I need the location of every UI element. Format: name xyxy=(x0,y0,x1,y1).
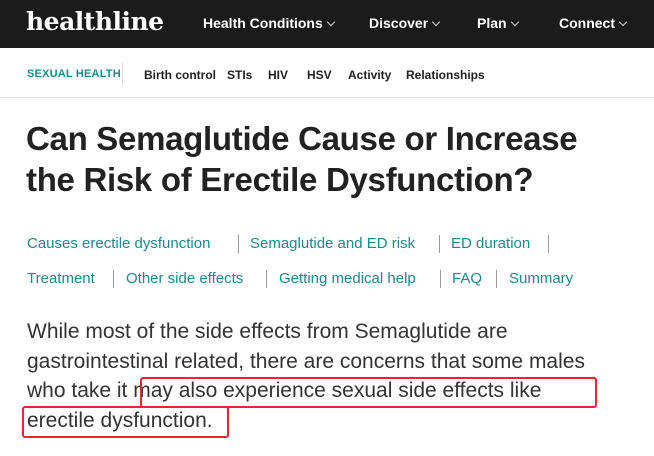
section-label[interactable]: SEXUAL HEALTH xyxy=(27,68,121,80)
jump-separator xyxy=(439,235,440,253)
nav-discover[interactable]: Discover xyxy=(369,15,441,31)
jump-link-ed-duration[interactable]: ED duration xyxy=(451,235,530,252)
title-line: the Risk of Erectile Dysfunction? xyxy=(26,161,534,198)
jump-link-semaglutide-ed-risk[interactable]: Semaglutide and ED risk xyxy=(250,235,415,252)
subnav-link-hiv[interactable]: HIV xyxy=(268,68,288,82)
highlight-box xyxy=(22,406,229,438)
subnav-link-activity[interactable]: Activity xyxy=(348,68,391,82)
jump-link-other-side-effects[interactable]: Other side effects xyxy=(126,270,243,287)
subnav-link-stis[interactable]: STIs xyxy=(227,68,252,82)
nav-plan[interactable]: Plan xyxy=(477,15,519,31)
jump-separator xyxy=(496,270,497,288)
jump-separator xyxy=(548,235,549,253)
jump-link-faq[interactable]: FAQ xyxy=(452,270,482,287)
paragraph-line: gastrointestinal related, there are conc… xyxy=(27,350,585,373)
jump-link-summary[interactable]: Summary xyxy=(509,270,573,287)
jump-separator xyxy=(440,270,441,288)
subnav-link-relationships[interactable]: Relationships xyxy=(406,68,485,82)
jump-link-treatment[interactable]: Treatment xyxy=(27,270,95,287)
jump-separator xyxy=(113,270,114,288)
nav-label: Connect xyxy=(559,15,615,31)
nav-health-conditions[interactable]: Health Conditions xyxy=(203,15,336,31)
page-title: Can Semaglutide Cause or Increase the Ri… xyxy=(26,118,636,200)
top-navbar: healthline Health Conditions Discover Pl… xyxy=(0,0,654,48)
jump-link-causes[interactable]: Causes erectile dysfunction xyxy=(27,235,210,252)
title-line: Can Semaglutide Cause or Increase xyxy=(26,120,578,157)
paragraph-line: While most of the side effects from Sema… xyxy=(27,320,508,343)
subnav-link-hsv[interactable]: HSV xyxy=(307,68,332,82)
subnav-link-birth-control[interactable]: Birth control xyxy=(144,68,216,82)
jump-separator xyxy=(266,270,267,288)
nav-label: Health Conditions xyxy=(203,15,323,31)
subnav-divider xyxy=(122,63,123,85)
highlight-box xyxy=(140,377,597,408)
nav-label: Plan xyxy=(477,15,507,31)
nav-connect[interactable]: Connect xyxy=(559,15,628,31)
jump-link-medical-help[interactable]: Getting medical help xyxy=(279,270,416,287)
chevron-down-icon xyxy=(618,17,628,26)
jump-separator xyxy=(238,235,239,253)
section-subnav: SEXUAL HEALTH Birth control STIs HIV HSV… xyxy=(0,48,654,98)
healthline-logo[interactable]: healthline xyxy=(26,7,164,36)
chevron-down-icon xyxy=(510,17,519,26)
nav-label: Discover xyxy=(369,15,429,31)
chevron-down-icon xyxy=(326,17,336,26)
chevron-down-icon xyxy=(431,17,441,26)
